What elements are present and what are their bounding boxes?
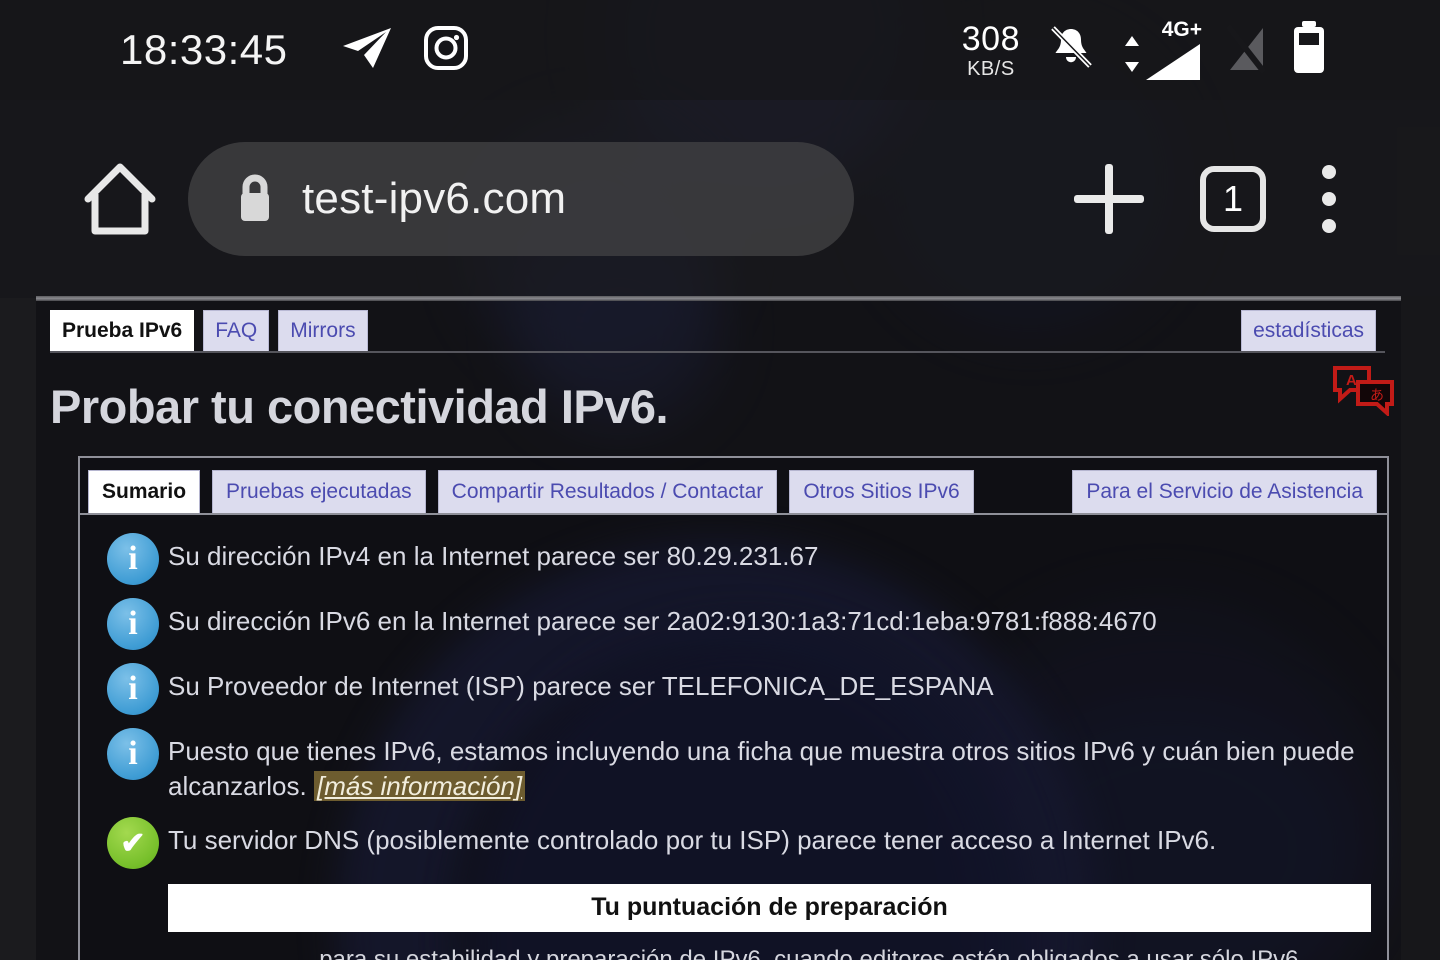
- url-bar[interactable]: test-ipv6.com: [188, 142, 854, 256]
- translate-icon[interactable]: A あ: [1332, 364, 1396, 418]
- results-tab-bar: Sumario Pruebas ejecutadas Compartir Res…: [80, 458, 1387, 513]
- result-row: i Su dirección IPv6 en la Internet parec…: [80, 590, 1387, 655]
- instagram-icon: [422, 24, 470, 77]
- info-icon: i: [98, 661, 168, 715]
- info-icon: i: [98, 531, 168, 585]
- result-row: i Puesto que tienes IPv6, estamos incluy…: [80, 720, 1387, 809]
- mobile-signal-4g-icon: 4G+: [1122, 18, 1202, 82]
- status-right-cluster: 308 KB/S 4G+: [962, 18, 1328, 82]
- page-title: Probar tu conectividad IPv6.: [50, 380, 669, 433]
- result-text: Su Proveedor de Internet (ISP) parece se…: [168, 671, 994, 701]
- info-icon: i: [98, 596, 168, 650]
- network-speed: 308 KB/S: [961, 19, 1020, 80]
- svg-text:あ: あ: [1370, 388, 1384, 404]
- home-icon[interactable]: [82, 161, 158, 237]
- lock-icon: [234, 172, 276, 226]
- score-section: 10/10 para su estabilidad y preparación …: [80, 932, 1387, 960]
- network-type-label: 4G+: [1161, 18, 1202, 41]
- status-clock: 18:33:45: [120, 26, 288, 73]
- tab-sumario[interactable]: Sumario: [88, 470, 201, 513]
- result-row: i Su dirección IPv4 en la Internet parec…: [80, 525, 1387, 590]
- tab-servicio-asistencia[interactable]: Para el Servicio de Asistencia: [1072, 470, 1377, 513]
- site-tab-prueba-ipv6[interactable]: Prueba IPv6: [50, 310, 195, 351]
- results-list: i Su dirección IPv4 en la Internet parec…: [80, 515, 1387, 874]
- notification-icons: [340, 24, 470, 77]
- new-tab-button[interactable]: [1074, 164, 1144, 234]
- mas-informacion-link[interactable]: [más información]: [313, 771, 526, 802]
- info-icon-glyph: i: [107, 663, 159, 715]
- url-text: test-ipv6.com: [302, 174, 567, 223]
- browser-toolbar: test-ipv6.com 1: [0, 100, 1440, 298]
- tab-switcher-button[interactable]: 1: [1200, 166, 1266, 232]
- site-tab-rule: [50, 351, 1385, 353]
- score-banner: Tu puntuación de preparación: [168, 884, 1371, 933]
- phone-screenshot: 18:33:45 308 KB/S 4G+ test-ipv6.com 1 Pr…: [0, 0, 1440, 960]
- tab-compartir-resultados[interactable]: Compartir Resultados / Contactar: [437, 470, 778, 513]
- score-value: 10/10: [118, 954, 294, 960]
- score-description: para su estabilidad y preparación de IPv…: [319, 946, 1299, 960]
- tab-otros-sitios-ipv6[interactable]: Otros Sitios IPv6: [789, 470, 974, 513]
- site-tab-estadisticas[interactable]: estadísticas: [1241, 310, 1376, 351]
- site-tab-mirrors[interactable]: Mirrors: [278, 310, 368, 351]
- check-icon-glyph: ✔: [107, 817, 159, 870]
- site-tab-faq[interactable]: FAQ: [203, 310, 270, 351]
- toolbar-actions: 1: [1074, 164, 1336, 234]
- result-text: Tu servidor DNS (posiblemente controlado…: [168, 825, 1217, 856]
- battery-icon: [1290, 20, 1328, 81]
- site-tab-bar: Prueba IPv6 FAQ Mirrors estadísticas: [36, 301, 1401, 351]
- result-text: Su dirección IPv6 en la Internet parece …: [168, 606, 1157, 636]
- tab-count-label: 1: [1222, 178, 1244, 219]
- result-text: Su dirección IPv4 en la Internet parece …: [168, 541, 819, 571]
- status-bar: 18:33:45 308 KB/S 4G+: [0, 0, 1440, 100]
- sim2-off-icon: [1225, 22, 1267, 79]
- result-text: Puesto que tienes IPv6, estamos incluyen…: [168, 726, 1371, 804]
- info-icon-glyph: i: [107, 728, 159, 780]
- results-panel: Sumario Pruebas ejecutadas Compartir Res…: [78, 456, 1389, 960]
- svg-text:A: A: [1346, 372, 1357, 389]
- info-icon-glyph: i: [107, 598, 159, 650]
- result-row: ✔ Tu servidor DNS (posiblemente controla…: [80, 809, 1387, 874]
- info-icon: i: [98, 726, 168, 780]
- info-icon-glyph: i: [107, 533, 159, 585]
- check-icon: ✔: [98, 815, 168, 870]
- bell-muted-icon: [1044, 21, 1098, 80]
- page-right-gutter: [1401, 296, 1440, 960]
- web-page-viewport: Prueba IPv6 FAQ Mirrors estadísticas Pro…: [36, 301, 1401, 960]
- result-row: i Su Proveedor de Internet (ISP) parece …: [80, 655, 1387, 720]
- kebab-menu-icon[interactable]: [1322, 165, 1336, 233]
- tab-pruebas-ejecutadas[interactable]: Pruebas ejecutadas: [212, 470, 426, 513]
- telegram-icon: [340, 25, 394, 76]
